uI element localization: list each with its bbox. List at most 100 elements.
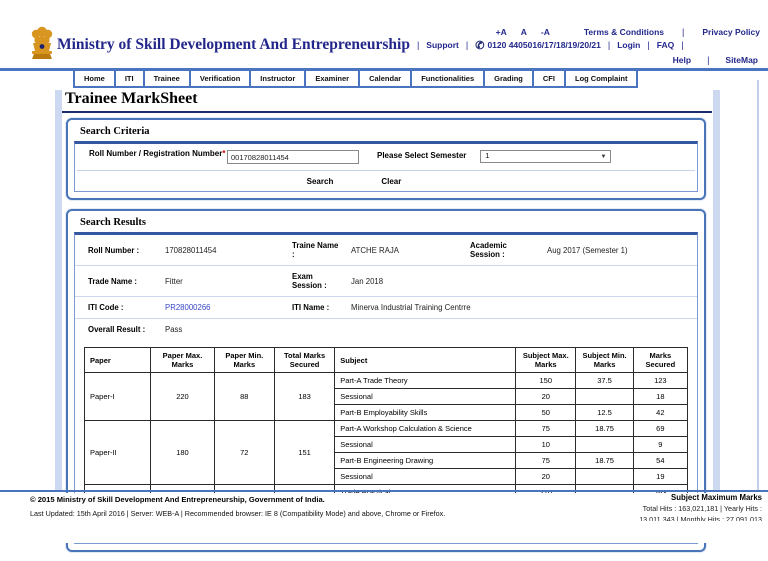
marks-cell: 220 (150, 372, 215, 421)
marks-cell (575, 468, 634, 485)
footer-divider (0, 490, 768, 492)
separator: | (465, 40, 469, 50)
nav-tab-instructor[interactable]: Instructor (249, 71, 307, 88)
phone-text: 0120 4405016/17/18/19/20/21 (487, 40, 601, 50)
search-results-heading: Search Results (80, 217, 147, 228)
separator: | (681, 40, 684, 50)
nav-tab-home[interactable]: Home (73, 71, 116, 88)
marks-cell: Sessional (334, 436, 517, 453)
faq-link[interactable]: FAQ (657, 40, 674, 50)
marks-cell: 69 (632, 420, 689, 437)
separator: | (707, 55, 710, 65)
marks-header-cell: Subject (334, 347, 517, 373)
iti-code-link[interactable]: PR28000266 (159, 296, 279, 319)
clear-button[interactable]: Clear (381, 177, 401, 186)
roll-number-label: Roll Number / Registration Number* (89, 149, 227, 159)
font-normal-button[interactable]: A (521, 27, 527, 37)
detail-label: Exam Session : (279, 265, 345, 297)
marks-cell (575, 436, 634, 453)
nav-tab-log-complaint[interactable]: Log Complaint (563, 71, 639, 88)
detail-value: Jan 2018 (345, 265, 697, 297)
site-header: Ministry of Skill Development And Entrep… (0, 0, 768, 68)
nav-tab-calendar[interactable]: Calendar (358, 71, 413, 88)
search-criteria-box: Search Criteria Roll Number / Registrati… (66, 118, 706, 200)
page-right-edge (757, 80, 759, 490)
copyright-text: © 2015 Ministry of Skill Development And… (30, 495, 325, 504)
marks-cell: Part-A Workshop Calculation & Science (334, 420, 517, 437)
search-button[interactable]: Search (307, 177, 334, 186)
marks-cell: 50 (515, 404, 577, 421)
detail-value: Minerva Industrial Training Centrre (345, 296, 697, 319)
main-nav: Home ITI Trainee Verification Instructor Exam… (0, 68, 768, 90)
roll-number-label-text: Roll Number / Registration Number (89, 149, 223, 158)
detail-value: 170828011454 (159, 235, 279, 266)
support-link[interactable]: Support (426, 40, 459, 50)
marks-header-cell: Subject Max. Marks (515, 347, 577, 373)
marks-cell: Part-B Employability Skills (334, 404, 517, 421)
privacy-link[interactable]: Privacy Policy (702, 27, 760, 37)
nav-tab-functionalities[interactable]: Functionalities (410, 71, 486, 88)
marks-cell: 18.75 (575, 420, 634, 437)
marks-cell: Paper-I (83, 372, 152, 421)
nav-tab-grading[interactable]: Grading (483, 71, 534, 88)
marks-table-head: Paper Paper Max. Marks Paper Min. Marks Tot… (83, 347, 689, 373)
nav-tab-trainee[interactable]: Trainee (142, 71, 191, 88)
marks-cell: 88 (213, 372, 275, 421)
marks-cell: 10 (515, 436, 577, 453)
marks-header-cell: Paper Max. Marks (150, 347, 215, 373)
sitemap-link[interactable]: SiteMap (725, 55, 758, 65)
nav-tab-iti[interactable]: ITI (113, 71, 145, 88)
clipped-hits-text: 13,011,343 | Monthly Hits : 27,091,013 (639, 515, 762, 521)
detail-row: Roll Number :170828011454 Traine Name : AT… (75, 235, 697, 266)
nav-tab-cfi[interactable]: CFI (531, 71, 566, 88)
detail-value: ATCHE RAJA (345, 235, 457, 266)
results-details-body: Roll Number :170828011454 Traine Name : AT… (75, 235, 697, 340)
font-increase-button[interactable]: +A (496, 27, 507, 37)
marks-cell: Sessional (334, 388, 517, 405)
semester-select[interactable]: 1 ▼ (480, 150, 612, 163)
help-link[interactable]: Help (673, 55, 691, 65)
marks-cell: 75 (515, 420, 577, 437)
detail-label: Overall Result : (75, 318, 159, 340)
marks-cell: 180 (150, 420, 215, 485)
marks-cell: 20 (515, 468, 577, 485)
detail-value: Pass (159, 318, 697, 340)
marks-cell: Paper-II (83, 420, 152, 485)
marks-cell: Part-A Trade Theory (334, 372, 517, 389)
footer-stats: Subject Maximum Marks Total Hits : 163,0… (532, 493, 762, 521)
detail-label: Academic Session : (457, 235, 541, 266)
marks-cell: 75 (515, 452, 577, 469)
detail-value: Fitter (159, 265, 279, 297)
font-decrease-button[interactable]: -A (541, 27, 550, 37)
marks-row: Paper-II 180 72 151 Part-A Workshop Calculat… (83, 420, 689, 485)
detail-value: Aug 2017 (Semester 1) (541, 235, 697, 266)
marks-cell: 42 (632, 404, 689, 421)
marks-header-cell: Paper Min. Marks (213, 347, 275, 373)
semester-selected-value: 1 (485, 153, 490, 160)
nav-tab-examiner[interactable]: Examiner (304, 71, 361, 88)
marks-row: Paper-I 220 88 183 Part-A Trade Theory 150 37.… (83, 372, 689, 421)
marks-header-row: Paper Paper Max. Marks Paper Min. Marks Tot… (83, 347, 689, 373)
marks-cell: 54 (632, 452, 689, 469)
marks-cell: 20 (515, 388, 577, 405)
separator: | (607, 40, 611, 50)
detail-label: ITI Code : (75, 296, 159, 319)
semester-label: Please Select Semester (377, 151, 467, 160)
roll-number-input[interactable] (227, 150, 359, 164)
nav-tab-verification[interactable]: Verification (188, 71, 252, 88)
required-asterisk: * (222, 149, 226, 158)
separator: | (682, 27, 685, 37)
login-link[interactable]: Login (617, 40, 640, 50)
marks-header-cell: Total Marks Secured (273, 347, 336, 373)
nav-tabs: Home ITI Trainee Verification Instructor Exam… (73, 71, 768, 88)
marks-cell: 151 (273, 420, 336, 485)
detail-label: ITI Name : (279, 296, 345, 319)
marks-cell: 72 (213, 420, 275, 485)
title-underline (62, 111, 712, 113)
terms-link[interactable]: Terms & Conditions (584, 27, 664, 37)
marks-cell: 12.5 (575, 404, 634, 421)
ministry-title: Ministry of Skill Development And Entrep… (57, 36, 410, 53)
marks-cell (575, 388, 634, 405)
national-emblem-logo (31, 26, 53, 59)
search-criteria-panel: Roll Number / Registration Number* Pleas… (74, 141, 698, 192)
